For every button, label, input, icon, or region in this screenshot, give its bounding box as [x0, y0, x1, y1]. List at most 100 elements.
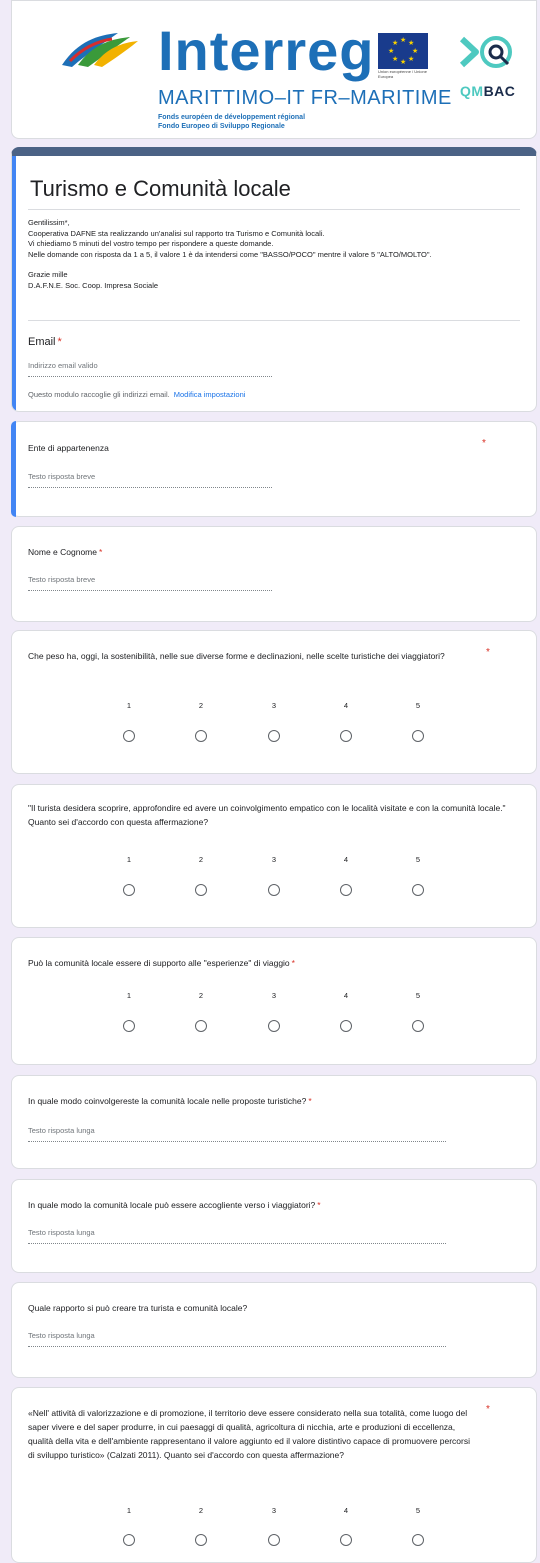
eu-caption: Union européenne / Unione Europea	[378, 69, 427, 79]
qmbac-text-a: QM	[460, 83, 484, 99]
long-answer-field[interactable]: Testo risposta lunga	[28, 1126, 446, 1142]
scale-label: 2	[198, 1506, 204, 1515]
question-title-text: In quale modo la comunità locale può ess…	[28, 1200, 316, 1210]
radio-option-4[interactable]	[340, 730, 352, 742]
question-title: In quale modo coinvolgereste la comunità…	[28, 1094, 312, 1108]
active-indicator	[11, 421, 16, 517]
radio-option-5[interactable]	[412, 1534, 424, 1546]
form-title[interactable]: Turismo e Comunità locale	[30, 176, 291, 202]
question-card[interactable]: "Il turista desidera scoprire, approfond…	[11, 784, 537, 928]
edit-settings-link[interactable]: Modifica impostazioni	[174, 390, 246, 399]
question-card[interactable]: Ente di appartenenza * Testo risposta br…	[11, 421, 537, 517]
required-asterisk: *	[482, 438, 486, 449]
description-line: Cooperativa DAFNE sta realizzando un'ana…	[28, 228, 325, 238]
short-answer-field[interactable]: Testo risposta breve	[28, 472, 272, 488]
scale-label: 1	[126, 701, 132, 710]
scale-label: 5	[415, 855, 421, 864]
long-answer-field[interactable]: Testo risposta lunga	[28, 1331, 446, 1347]
radio-option-5[interactable]	[412, 884, 424, 896]
scale-label: 5	[415, 1506, 421, 1515]
question-card[interactable]: Nome e Cognome * Testo risposta breve	[11, 526, 537, 622]
question-title: Può la comunità locale essere di support…	[28, 956, 295, 970]
long-answer-field[interactable]: Testo risposta lunga	[28, 1228, 446, 1244]
email-field[interactable]: Indirizzo email valido	[28, 361, 272, 377]
radio-option-2[interactable]	[195, 1020, 207, 1032]
email-collection-note: Questo modulo raccoglie gli indirizzi em…	[28, 390, 245, 399]
required-asterisk: *	[98, 547, 103, 557]
question-card[interactable]: Può la comunità locale essere di support…	[11, 937, 537, 1065]
fund-line-fr: Fonds européen de développement régional	[158, 114, 306, 121]
scale-label: 3	[271, 1506, 277, 1515]
qmbac-logo-icon	[459, 36, 512, 68]
scale-label: 1	[126, 855, 132, 864]
short-answer-field[interactable]: Testo risposta breve	[28, 575, 272, 591]
scale-label: 3	[271, 701, 277, 710]
question-card[interactable]: Quale rapporto si può creare tra turista…	[11, 1282, 537, 1378]
divider	[28, 320, 520, 321]
description-line: Gentilissim*,	[28, 218, 70, 227]
question-title: Che peso ha, oggi, la sostenibilità, nel…	[28, 651, 445, 661]
scale-label: 2	[198, 701, 204, 710]
question-card[interactable]: In quale modo la comunità locale può ess…	[11, 1179, 537, 1273]
radio-option-2[interactable]	[195, 884, 207, 896]
scale-label: 1	[126, 991, 132, 1000]
scale-label: 2	[198, 991, 204, 1000]
scale-label: 4	[343, 855, 349, 864]
email-label: Email *	[28, 336, 62, 348]
scale-label: 5	[415, 701, 421, 710]
radio-option-1[interactable]	[123, 884, 135, 896]
scale-label: 4	[343, 1506, 349, 1515]
question-title-text: In quale modo coinvolgereste la comunità…	[28, 1096, 307, 1106]
qmbac-text-b: BAC	[483, 83, 516, 99]
description-line: Vi chiediamo 5 minuti del vostro tempo p…	[28, 239, 274, 248]
scale-label: 3	[271, 991, 277, 1000]
required-asterisk: *	[317, 1200, 321, 1210]
radio-option-4[interactable]	[340, 1534, 352, 1546]
form-title-card: Turismo e Comunità locale Gentilissim*, …	[11, 147, 537, 412]
eu-flag-icon: ★ ★ ★ ★ ★ ★ ★ ★	[378, 33, 428, 69]
description-line: Nelle domande con risposta da 1 a 5, il …	[28, 249, 432, 259]
email-label-text: Email	[28, 336, 56, 348]
divider	[28, 209, 520, 210]
question-title: Nome e Cognome *	[28, 545, 102, 559]
fund-line-it: Fondo Europeo di Sviluppo Regionale	[158, 123, 285, 130]
scale-label: 5	[415, 991, 421, 1000]
question-title: Quale rapporto si può creare tra turista…	[28, 1303, 248, 1313]
radio-option-5[interactable]	[412, 730, 424, 742]
interreg-logo-text: Interreg	[158, 19, 375, 82]
question-card[interactable]: Che peso ha, oggi, la sostenibilità, nel…	[11, 630, 537, 774]
radio-option-1[interactable]	[123, 730, 135, 742]
radio-option-5[interactable]	[412, 1020, 424, 1032]
question-title-text: Nome e Cognome	[28, 547, 97, 557]
required-asterisk: *	[308, 1096, 312, 1106]
question-title: "Il turista desidera scoprire, approfond…	[28, 803, 506, 827]
radio-option-4[interactable]	[340, 1020, 352, 1032]
radio-option-2[interactable]	[195, 1534, 207, 1546]
question-card[interactable]: In quale modo coinvolgereste la comunità…	[11, 1075, 537, 1169]
active-indicator	[12, 156, 16, 411]
radio-option-3[interactable]	[268, 1020, 280, 1032]
radio-option-4[interactable]	[340, 884, 352, 896]
radio-option-3[interactable]	[268, 730, 280, 742]
radio-option-2[interactable]	[195, 730, 207, 742]
logo-row: Interreg ★ ★ ★ ★ ★ ★ ★ ★ Union européenne / …	[12, 13, 536, 133]
required-asterisk: *	[486, 647, 490, 658]
question-title: «Nell' attività di valorizzazione e di p…	[28, 1408, 470, 1460]
radio-option-3[interactable]	[268, 1534, 280, 1546]
question-title: Ente di appartenenza	[28, 443, 109, 453]
fund-text: Fonds européen de développement régional…	[158, 113, 305, 131]
question-title-text: Può la comunità locale essere di support…	[28, 958, 290, 968]
qmbac-logo-text: QMBAC	[460, 83, 515, 99]
header-banner: Interreg ★ ★ ★ ★ ★ ★ ★ ★ Union européenne / …	[11, 0, 537, 139]
question-title: In quale modo la comunità locale può ess…	[28, 1198, 321, 1212]
radio-option-1[interactable]	[123, 1020, 135, 1032]
description-line: D.A.F.N.E. Soc. Coop. Impresa Sociale	[28, 280, 159, 290]
form-description[interactable]: Gentilissim*, Cooperativa DAFNE sta real…	[28, 218, 520, 291]
scale-label: 4	[343, 701, 349, 710]
radio-option-1[interactable]	[123, 1534, 135, 1546]
scale-label: 3	[271, 855, 277, 864]
question-card[interactable]: «Nell' attività di valorizzazione e di p…	[11, 1387, 537, 1563]
radio-option-3[interactable]	[268, 884, 280, 896]
scale-label: 1	[126, 1506, 132, 1515]
